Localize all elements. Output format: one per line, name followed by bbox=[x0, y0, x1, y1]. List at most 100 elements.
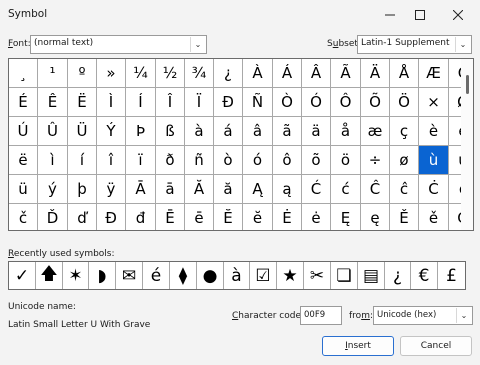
close-button[interactable] bbox=[442, 0, 474, 30]
symbol-cell[interactable]: þ bbox=[68, 175, 97, 204]
symbol-cell[interactable]: Í bbox=[126, 88, 156, 117]
symbol-cell[interactable]: Ó bbox=[302, 88, 331, 117]
symbol-cell[interactable]: ë bbox=[9, 146, 38, 175]
symbol-cell[interactable]: » bbox=[97, 59, 126, 88]
symbol-cell[interactable]: Ď bbox=[38, 204, 68, 230]
symbol-cell[interactable]: Û bbox=[38, 117, 68, 146]
insert-button[interactable]: Insert bbox=[322, 336, 394, 356]
symbol-cell[interactable]: Ă bbox=[185, 175, 214, 204]
recent-symbol-cell[interactable]: ● bbox=[197, 262, 224, 289]
chevron-down-icon[interactable]: ⌄ bbox=[456, 308, 471, 323]
symbol-cell[interactable]: ½ bbox=[156, 59, 185, 88]
symbol-cell[interactable]: Ê bbox=[38, 88, 68, 117]
cancel-button[interactable]: Cancel bbox=[400, 336, 472, 356]
symbol-cell[interactable]: Ô bbox=[331, 88, 361, 117]
symbol-cell[interactable]: ė bbox=[302, 204, 331, 230]
symbol-cell[interactable]: á bbox=[214, 117, 243, 146]
recent-symbol-cell[interactable]: ★ bbox=[277, 262, 304, 289]
symbol-cell[interactable]: ß bbox=[156, 117, 185, 146]
recent-symbol-cell[interactable]: ☑ bbox=[250, 262, 277, 289]
symbol-cell[interactable]: õ bbox=[302, 146, 331, 175]
symbol-cell[interactable]: Ė bbox=[273, 204, 302, 230]
symbol-cell[interactable]: Ě bbox=[390, 204, 419, 230]
symbol-cell[interactable]: ä bbox=[302, 117, 331, 146]
symbol-cell[interactable]: Ò bbox=[273, 88, 302, 117]
recent-symbol-cell[interactable]: ◗ bbox=[89, 262, 116, 289]
recent-symbol-cell[interactable]: € bbox=[411, 262, 438, 289]
symbol-cell[interactable]: Ĉ bbox=[361, 175, 390, 204]
symbol-cell[interactable]: ô bbox=[273, 146, 302, 175]
recent-symbol-cell[interactable]: ❏ bbox=[331, 262, 358, 289]
symbol-cell[interactable]: ì bbox=[38, 146, 68, 175]
symbol-cell[interactable]: Ä bbox=[361, 59, 390, 88]
symbol-cell[interactable]: Ú bbox=[9, 117, 38, 146]
minimize-button[interactable] bbox=[374, 0, 406, 30]
symbol-cell[interactable]: Ę bbox=[331, 204, 361, 230]
recent-symbol-cell[interactable]: ✶ bbox=[63, 262, 89, 289]
symbol-cell[interactable]: ĕ bbox=[243, 204, 273, 230]
font-dropdown[interactable]: (normal text) ⌄ bbox=[30, 35, 207, 54]
recent-symbol-cell[interactable]: £ bbox=[438, 262, 465, 289]
symbol-cell[interactable]: Ì bbox=[97, 88, 126, 117]
from-dropdown[interactable]: Unicode (hex) ⌄ bbox=[373, 306, 473, 325]
symbol-cell[interactable]: î bbox=[97, 146, 126, 175]
symbol-cell[interactable]: ď bbox=[68, 204, 97, 230]
recent-symbols-row[interactable]: ✓ 🡅 ✶ ◗ ✉ é ⧫ ● à ☑ ★ ✂ ❏ ▤ ¿ € £ bbox=[8, 261, 466, 290]
symbol-cell[interactable]: À bbox=[243, 59, 273, 88]
symbol-cell[interactable]: Á bbox=[273, 59, 302, 88]
symbol-cell[interactable]: ć bbox=[331, 175, 361, 204]
symbol-cell[interactable]: č bbox=[9, 204, 38, 230]
recent-symbol-cell[interactable]: ✓ bbox=[9, 262, 36, 289]
symbol-cell[interactable]: Å bbox=[390, 59, 419, 88]
symbol-grid[interactable]: ĝĜěĚęĘėĖĕĔēĒđĐďĎčČċĊĉĈćĆąĄăĂāĀÿþýüûúùø÷ö… bbox=[8, 58, 474, 231]
subset-dropdown[interactable]: Latin-1 Supplement ⌄ bbox=[357, 35, 472, 54]
symbol-cell[interactable]: đ bbox=[126, 204, 156, 230]
symbol-cell[interactable]: ÿ bbox=[97, 175, 126, 204]
symbol-cell[interactable]: è bbox=[419, 117, 449, 146]
symbol-cell[interactable]: ą bbox=[273, 175, 302, 204]
symbol-cell[interactable]: Ā bbox=[126, 175, 156, 204]
recent-symbol-cell[interactable]: 🡅 bbox=[36, 262, 63, 289]
recent-symbol-cell[interactable]: ¿ bbox=[385, 262, 411, 289]
symbol-cell[interactable]: ü bbox=[9, 175, 38, 204]
symbol-cell[interactable]: Ö bbox=[390, 88, 419, 117]
symbol-cell[interactable]: Ë bbox=[68, 88, 97, 117]
symbol-cell[interactable]: Ċ bbox=[419, 175, 449, 204]
recent-symbol-cell[interactable]: ✉ bbox=[116, 262, 143, 289]
symbol-cell[interactable]: Ą bbox=[243, 175, 273, 204]
symbol-cell[interactable]: Þ bbox=[126, 117, 156, 146]
symbol-cell[interactable]: Ü bbox=[68, 117, 97, 146]
symbol-cell[interactable]: Ĕ bbox=[214, 204, 243, 230]
chevron-down-icon[interactable]: ⌄ bbox=[190, 37, 205, 52]
recent-symbol-cell[interactable]: ⧫ bbox=[170, 262, 197, 289]
symbol-cell[interactable]: í bbox=[68, 146, 97, 175]
symbol-cell[interactable]: × bbox=[419, 88, 449, 117]
scrollbar-thumb[interactable] bbox=[466, 75, 469, 94]
symbol-cell[interactable]: ¿ bbox=[214, 59, 243, 88]
symbol-cell[interactable]: ÷ bbox=[361, 146, 390, 175]
recent-symbol-cell[interactable]: ✂ bbox=[304, 262, 331, 289]
symbol-cell[interactable]: ē bbox=[185, 204, 214, 230]
symbol-cell[interactable]: Ã bbox=[331, 59, 361, 88]
character-code-input[interactable]: 00F9 bbox=[300, 306, 342, 325]
symbol-cell[interactable]: Ñ bbox=[243, 88, 273, 117]
symbol-cell[interactable]: Ð bbox=[214, 88, 243, 117]
symbol-cell[interactable]: ñ bbox=[185, 146, 214, 175]
chevron-down-icon[interactable]: ⌄ bbox=[455, 37, 470, 52]
symbol-cell[interactable]: ï bbox=[126, 146, 156, 175]
symbol-cell[interactable]: Æ bbox=[419, 59, 449, 88]
symbol-cell[interactable]: ę bbox=[361, 204, 390, 230]
symbol-cell[interactable]: É bbox=[9, 88, 38, 117]
symbol-cell[interactable]: ø bbox=[390, 146, 419, 175]
symbol-cell[interactable]: Î bbox=[156, 88, 185, 117]
symbol-cell[interactable]: Đ bbox=[97, 204, 126, 230]
symbol-cell[interactable]: ¼ bbox=[126, 59, 156, 88]
recent-symbol-cell[interactable]: à bbox=[224, 262, 250, 289]
symbol-cell[interactable]: ã bbox=[273, 117, 302, 146]
symbol-cell[interactable]: à bbox=[185, 117, 214, 146]
symbol-cell[interactable]: Ē bbox=[156, 204, 185, 230]
symbol-cell[interactable]: ç bbox=[390, 117, 419, 146]
symbol-cell[interactable]: Ï bbox=[185, 88, 214, 117]
symbol-cell[interactable]: ¸ bbox=[9, 59, 38, 88]
symbol-cell[interactable]: ă bbox=[214, 175, 243, 204]
